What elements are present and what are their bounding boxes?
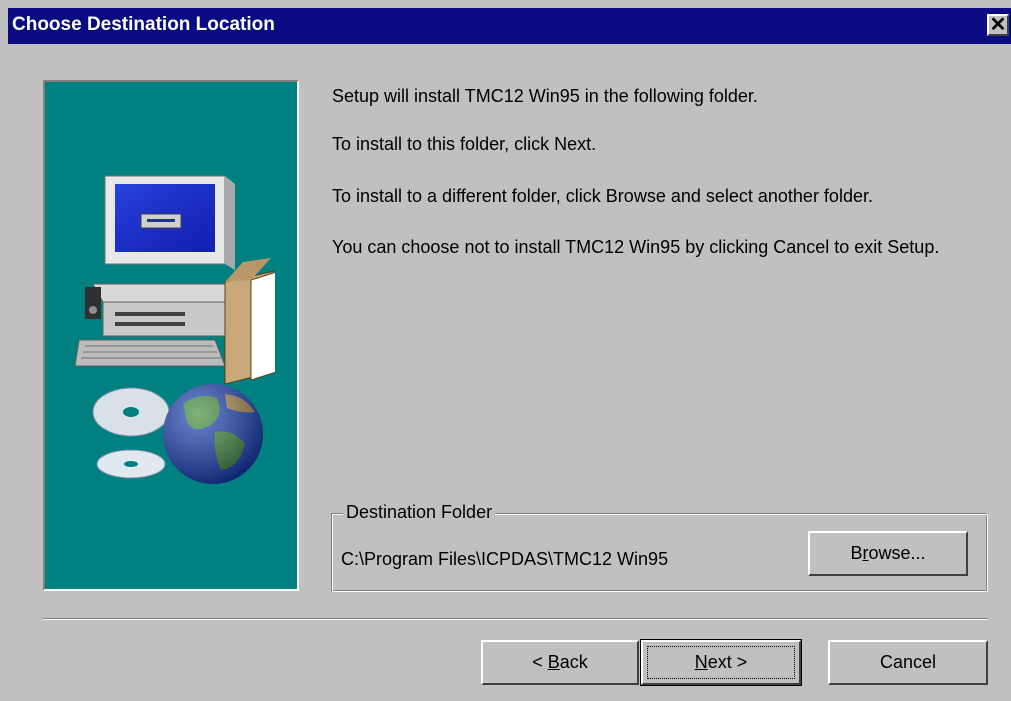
button-separator [43, 618, 988, 620]
click-next-message: To install to this folder, click Next. [332, 134, 597, 154]
back-button[interactable]: < Back [481, 640, 639, 685]
install-folder-message: Setup will install TMC12 Win95 in the fo… [332, 86, 758, 106]
cancel-label: Cancel [879, 652, 937, 672]
next-button[interactable]: Next > [640, 639, 802, 686]
destination-folder-label: Destination Folder [343, 502, 496, 523]
close-icon: ✕ [989, 14, 1007, 36]
destination-path: C:\Program Files\ICPDAS\TMC12 Win95 [341, 549, 669, 569]
computer-globe-illustration [75, 175, 275, 484]
window-title: Choose Destination Location [12, 14, 275, 35]
cancel-button[interactable]: Cancel [828, 640, 988, 685]
browse-button[interactable]: Browse... [808, 531, 968, 576]
title-bar[interactable]: Choose Destination Location ✕ [8, 8, 1011, 44]
focus-rectangle [647, 646, 795, 679]
browse-label: Browse... [850, 543, 926, 563]
browse-message: To install to a different folder, click … [332, 186, 873, 206]
cancel-message: You can choose not to install TMC12 Win9… [332, 237, 940, 257]
back-label: < Back [532, 652, 588, 672]
close-button[interactable]: ✕ [987, 14, 1009, 36]
setup-dialog: Choose Destination Location ✕ Setup will… [0, 0, 1011, 701]
setup-illustration-panel [43, 80, 299, 591]
